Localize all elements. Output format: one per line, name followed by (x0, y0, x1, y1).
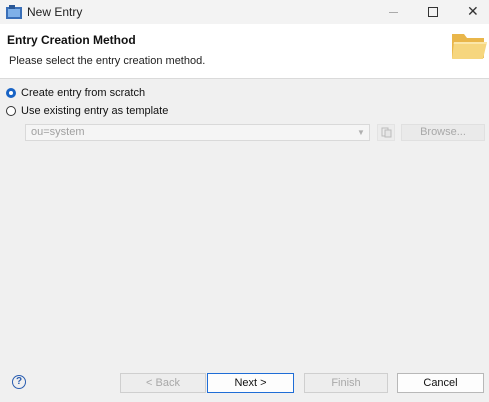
new-entry-dialog: New Entry ✕ Entry Creation Method Please… (0, 0, 489, 402)
title-bar: New Entry ✕ (0, 0, 489, 24)
window-title: New Entry (27, 5, 83, 19)
minimize-icon (389, 12, 398, 13)
app-icon (6, 5, 22, 19)
back-button[interactable]: < Back (120, 373, 206, 393)
wizard-header: Entry Creation Method Please select the … (0, 24, 489, 79)
create-from-scratch-radio[interactable] (6, 88, 16, 98)
use-template-radio[interactable] (6, 106, 16, 116)
wizard-footer: ? < Back Next > Finish Cancel (0, 360, 489, 402)
page-title: Entry Creation Method (7, 33, 136, 47)
help-icon[interactable]: ? (12, 375, 26, 389)
browse-button[interactable]: Browse... (401, 124, 485, 141)
template-entry-combo[interactable]: ou=system ▼ (25, 124, 370, 141)
maximize-icon (428, 7, 438, 17)
cancel-button[interactable]: Cancel (397, 373, 484, 393)
maximize-button[interactable] (415, 0, 451, 24)
minimize-button[interactable] (375, 0, 411, 24)
folder-icon (452, 34, 487, 59)
history-icon (381, 127, 392, 138)
page-description: Please select the entry creation method. (9, 55, 206, 67)
template-entry-value: ou=system (31, 126, 85, 138)
finish-button[interactable]: Finish (304, 373, 388, 393)
history-button[interactable] (377, 124, 395, 141)
next-button[interactable]: Next > (207, 373, 294, 393)
close-icon: ✕ (467, 4, 479, 20)
close-button[interactable]: ✕ (456, 0, 489, 24)
use-template-label: Use existing entry as template (21, 105, 169, 117)
chevron-down-icon[interactable]: ▼ (355, 125, 367, 140)
create-from-scratch-label: Create entry from scratch (21, 87, 146, 99)
